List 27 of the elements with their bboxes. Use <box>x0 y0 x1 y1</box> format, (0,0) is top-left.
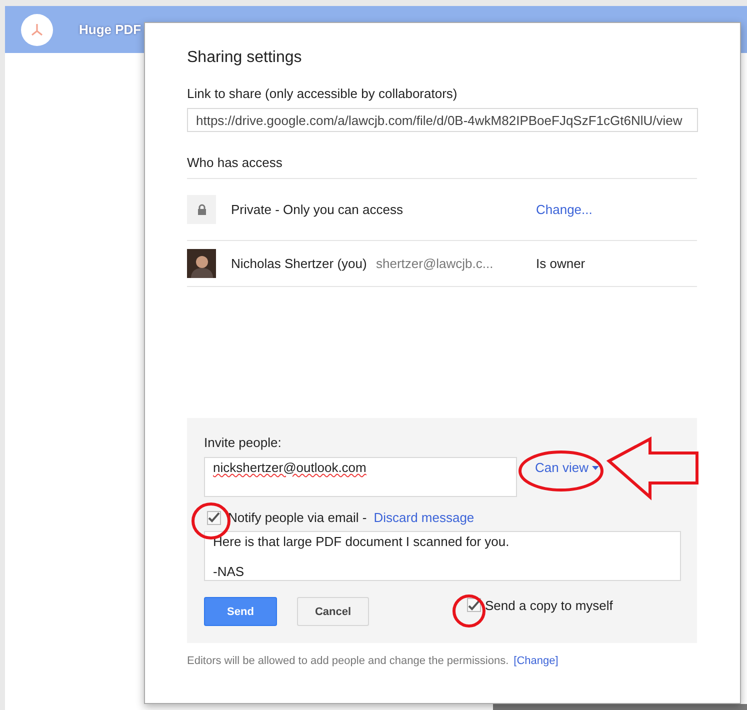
pdf-icon <box>21 14 53 46</box>
cancel-button[interactable]: Cancel <box>297 597 369 626</box>
role-label: Is owner <box>536 256 586 271</box>
checkbox[interactable] <box>207 510 221 524</box>
send-button[interactable]: Send <box>204 597 277 626</box>
invite-field[interactable]: nickshertzer@outlook.com <box>204 457 517 497</box>
person-name: Nicholas Shertzer (you) <box>231 256 368 271</box>
message-box[interactable]: Here is that large PDF document I scanned for you. -NAS <box>204 531 681 581</box>
person-email: shertzer@lawcjb.c... <box>376 256 494 271</box>
link-label: Link to share (only accessible by collaborators) <box>187 86 458 101</box>
access-heading: Who has access <box>187 155 697 179</box>
copy-label: Send a copy to myself <box>485 598 613 612</box>
lock-icon <box>187 195 216 224</box>
annotation-ellipse <box>452 594 486 628</box>
invite-label: Invite people: <box>204 435 282 450</box>
link-field[interactable]: https://drive.google.com/a/lawcjb.com/file/d/0B-4wkM82IPBoeFJqSzF1cGt6NlU/view <box>187 108 698 132</box>
dialog-title: Sharing settings <box>187 49 303 67</box>
access-name: Private - Only you can access <box>231 202 404 217</box>
file-title: Huge PDF <box>79 22 142 37</box>
checkbox[interactable] <box>467 598 481 612</box>
caret-icon <box>592 466 600 470</box>
discard-link[interactable]: Discard message <box>374 510 474 525</box>
change-link[interactable]: Change... <box>536 202 592 217</box>
avatar <box>187 249 216 278</box>
footer-text: Editors will be allowed to add people and change the permissions. <box>187 655 509 667</box>
permission-dropdown[interactable]: Can view <box>535 460 600 475</box>
footer-change-link[interactable]: [Change] <box>514 655 558 667</box>
